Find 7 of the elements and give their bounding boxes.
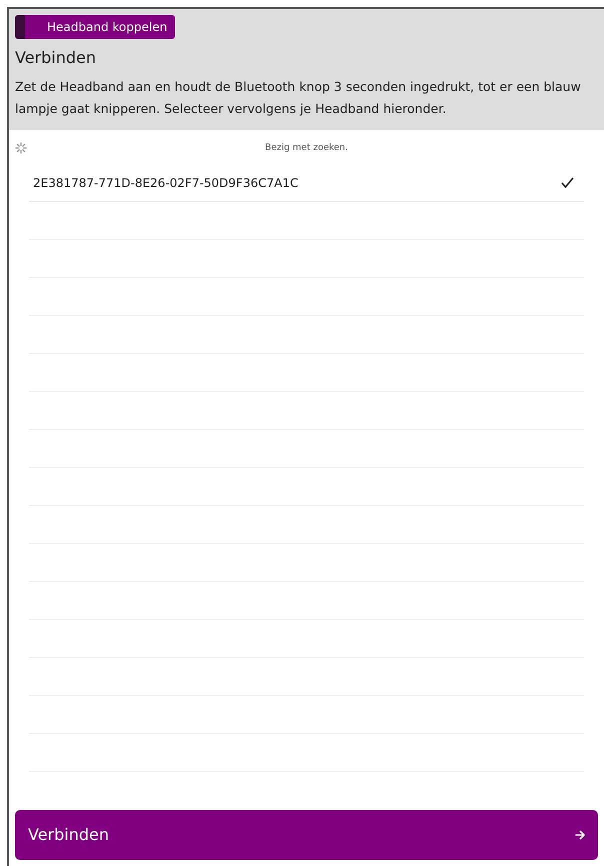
loading-spinner-icon [15,142,27,154]
arrow-right-icon [575,830,585,840]
section-title: Verbinden [15,47,98,69]
instruction-text: Zet de Headband aan en houdt de Bluetooth knop 3 seconden ingedrukt, tot er een blauw lampje gaat knipperen. Selecteer vervolgens je Headband hieronder. [15,78,582,118]
header-badge: Headband koppelen [15,15,176,39]
connect-button[interactable]: Verbinden [15,810,598,860]
search-status-text: Bezig met zoeken. [265,142,348,156]
